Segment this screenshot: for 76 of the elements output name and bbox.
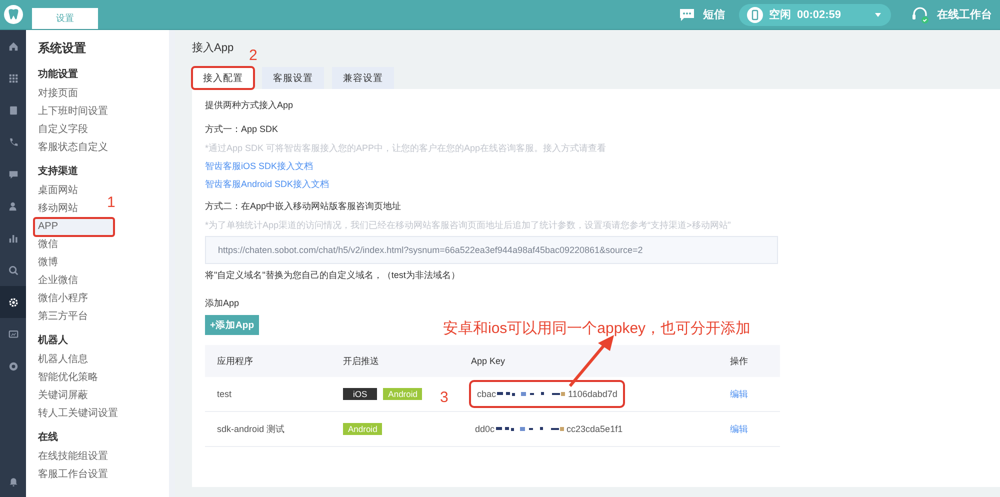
table-cell: sdk-android 测试: [205, 412, 331, 446]
key-text: dd0c: [475, 424, 495, 434]
step-number: 3: [440, 390, 448, 405]
edit-link[interactable]: 编辑: [730, 388, 748, 398]
bell-icon[interactable]: [8, 476, 18, 486]
key-text: cc23cda5e1f1: [566, 424, 623, 434]
logo-icon: [4, 5, 22, 24]
group-heading: 机器人: [38, 334, 68, 348]
group-heading: 在线: [38, 431, 58, 445]
sidebar-item[interactable]: 企业微信: [34, 272, 82, 290]
sidebar-item[interactable]: 自定义字段: [34, 121, 92, 139]
sidebar-item[interactable]: 关键词屏蔽: [34, 387, 92, 405]
grid-icon[interactable]: [8, 72, 18, 84]
sidebar-item[interactable]: 在线技能组设置: [34, 448, 112, 466]
status-label: 空闲: [768, 8, 791, 22]
redaction-drawing: [497, 391, 568, 397]
phone-icon: [746, 6, 763, 22]
url-field[interactable]: https://chaten.sobot.com/chat/h5/v2/index.html?sysnum=66a522ea3ef944a98af45bac09220861&source=2: [205, 236, 778, 264]
page-title: 接入App: [192, 40, 234, 55]
table-cell: test: [205, 377, 331, 412]
column-header: App Key: [459, 345, 718, 377]
chat-icon[interactable]: [8, 168, 18, 180]
column-header: 开启推送: [331, 345, 459, 377]
settings-icon[interactable]: [8, 296, 18, 308]
method-title: 方式一：App SDK: [205, 123, 278, 136]
platform-tag: Android: [343, 423, 382, 435]
method-title: 方式二：在App中嵌入移动网站版客服咨询页地址: [205, 200, 402, 213]
platform-tag: Android: [383, 388, 422, 400]
section-heading: 提供两种方式接入App: [205, 99, 294, 112]
step-number: 1: [107, 195, 116, 210]
redaction-drawing: [496, 426, 566, 432]
column-header: 操作: [718, 345, 780, 377]
note-text: *通过App SDK 可将智齿客服接入您的APP中，让您的客户在您的App在线咨询客服。接入方式请查看: [205, 142, 606, 155]
sidebar-item[interactable]: 微信小程序: [34, 290, 92, 308]
tab[interactable]: 客服设置: [262, 67, 324, 89]
platform-tag: iOS: [343, 388, 378, 400]
sidebar-item[interactable]: 移动网站: [34, 200, 82, 218]
edit-link[interactable]: 编辑: [730, 424, 748, 434]
sidebar-item[interactable]: 微博: [34, 254, 62, 272]
note-text: *为了单独统计App渠道的访问情况，我们已经在移动网站客服咨询页面地址后追加了统计参数，设置项请您参考“支持渠道>移动网站”: [205, 219, 731, 232]
caret-icon: [875, 12, 881, 16]
home-icon[interactable]: [8, 40, 18, 52]
person-icon[interactable]: [8, 200, 18, 212]
key-text: cbac: [477, 389, 496, 399]
sidebar-item[interactable]: 客服状态自定义: [34, 139, 112, 157]
section-heading: 添加App: [205, 297, 240, 310]
tab[interactable]: 兼容设置: [332, 67, 394, 89]
sidebar-item[interactable]: 转人工关键词设置: [34, 405, 122, 423]
sidebar-item[interactable]: APP: [34, 218, 114, 236]
group-heading: 支持渠道: [38, 165, 78, 179]
sidebar-item[interactable]: 微信: [34, 236, 62, 254]
step-number: 2: [249, 48, 258, 63]
monitor-icon[interactable]: [8, 328, 18, 340]
timer: 00:02:59: [796, 8, 841, 20]
tab[interactable]: 接入配置: [192, 67, 254, 89]
message-icon[interactable]: [678, 8, 695, 22]
sidebar-item[interactable]: 上下班时间设置: [34, 103, 112, 121]
search-icon[interactable]: [8, 264, 18, 276]
sidebar-title: 系统设置: [38, 40, 86, 57]
sidebar-item[interactable]: 智能优化策略: [34, 369, 102, 387]
sidebar-item[interactable]: 客服工作台设置: [34, 466, 112, 484]
sidebar-item[interactable]: 桌面网站: [34, 182, 82, 200]
hint-text: 将"自定义域名"替换为您自己的自定义域名，（test为非法域名）: [205, 269, 460, 282]
doc-link[interactable]: 智齿客服Android SDK接入文档: [205, 178, 330, 191]
callout-text: 安卓和ios可以用同一个appkey，也可分开添加: [443, 321, 751, 336]
sidebar-item[interactable]: 第三方平台: [34, 308, 92, 326]
bar-chart-icon[interactable]: [8, 232, 18, 244]
key-text: 1106dabd7d: [568, 389, 618, 399]
document-icon[interactable]: [8, 104, 18, 116]
doc-link[interactable]: 智齿客服iOS SDK接入文档: [205, 160, 314, 173]
headset-icon[interactable]: [911, 6, 929, 24]
group-heading: 功能设置: [38, 68, 78, 82]
sidebar-item[interactable]: 机器人信息: [34, 351, 92, 369]
sidebar-item[interactable]: 对接页面: [34, 85, 82, 103]
phone-icon[interactable]: [8, 136, 18, 148]
column-header: 应用程序: [205, 345, 331, 377]
